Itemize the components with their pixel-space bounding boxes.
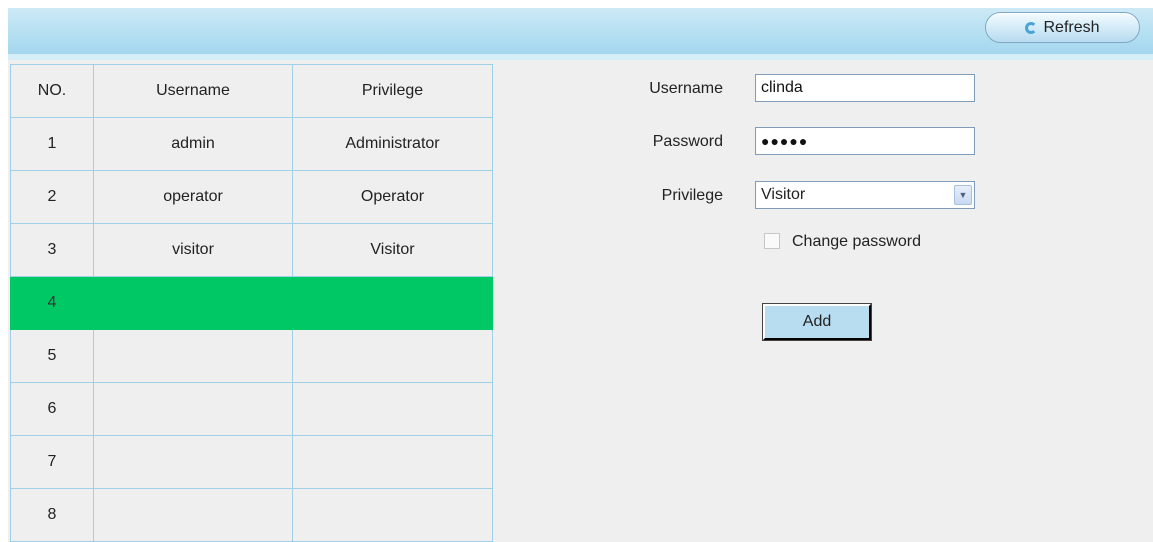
- row-privilege: Visitor: [292, 223, 493, 277]
- privilege-select[interactable]: Visitor ▼: [755, 181, 975, 209]
- username-input[interactable]: clinda: [755, 74, 975, 102]
- row-privilege: [292, 488, 493, 542]
- row-number: 7: [10, 435, 94, 489]
- row-username: [93, 488, 293, 542]
- table-header-row: NO. Username Privilege: [10, 64, 493, 118]
- table-row[interactable]: 2 operator Operator: [10, 170, 493, 224]
- row-number: 3: [10, 223, 94, 277]
- row-privilege: [292, 382, 493, 436]
- privilege-selected-value: Visitor: [761, 186, 806, 203]
- row-number: 2: [10, 170, 94, 224]
- row-username: [93, 382, 293, 436]
- add-label: Add: [802, 313, 832, 330]
- toolbar-separator: [8, 54, 1153, 60]
- row-username: visitor: [93, 223, 293, 277]
- password-input[interactable]: ●●●●●: [755, 127, 975, 155]
- table-row[interactable]: 3 visitor Visitor: [10, 223, 493, 277]
- row-privilege: [292, 276, 493, 330]
- row-username: admin: [93, 117, 293, 171]
- refresh-icon: [1025, 21, 1038, 34]
- row-username: operator: [93, 170, 293, 224]
- row-privilege: [292, 435, 493, 489]
- row-privilege: Administrator: [292, 117, 493, 171]
- password-label: Password: [652, 133, 723, 150]
- column-header-no: NO.: [10, 64, 94, 118]
- table-row[interactable]: 1 admin Administrator: [10, 117, 493, 171]
- refresh-label: Refresh: [1043, 18, 1100, 36]
- row-username: [93, 435, 293, 489]
- row-username: [93, 276, 293, 330]
- table-row[interactable]: 8: [10, 488, 493, 542]
- column-header-username: Username: [93, 64, 293, 118]
- privilege-label: Privilege: [661, 187, 723, 204]
- row-privilege: Operator: [292, 170, 493, 224]
- row-number: 5: [10, 329, 94, 383]
- row-number: 8: [10, 488, 94, 542]
- table-row-selected[interactable]: 4: [10, 276, 493, 330]
- add-button[interactable]: Add: [762, 303, 872, 341]
- table-row[interactable]: 7: [10, 435, 493, 489]
- refresh-button[interactable]: Refresh: [985, 12, 1140, 43]
- row-username: [93, 329, 293, 383]
- row-number: 1: [10, 117, 94, 171]
- column-header-privilege: Privilege: [292, 64, 493, 118]
- change-password-label[interactable]: Change password: [792, 233, 921, 251]
- user-table: NO. Username Privilege 1 admin Administr…: [10, 64, 493, 542]
- change-password-checkbox[interactable]: [764, 233, 780, 249]
- row-number: 6: [10, 382, 94, 436]
- row-privilege: [292, 329, 493, 383]
- username-label: Username: [649, 80, 723, 97]
- chevron-down-icon[interactable]: ▼: [954, 185, 972, 205]
- table-row[interactable]: 5: [10, 329, 493, 383]
- toolbar: Refresh: [8, 8, 1153, 54]
- table-row[interactable]: 6: [10, 382, 493, 436]
- row-number: 4: [10, 276, 94, 330]
- user-accounts-panel: Refresh NO. Username Privilege 1 admin A…: [8, 8, 1153, 542]
